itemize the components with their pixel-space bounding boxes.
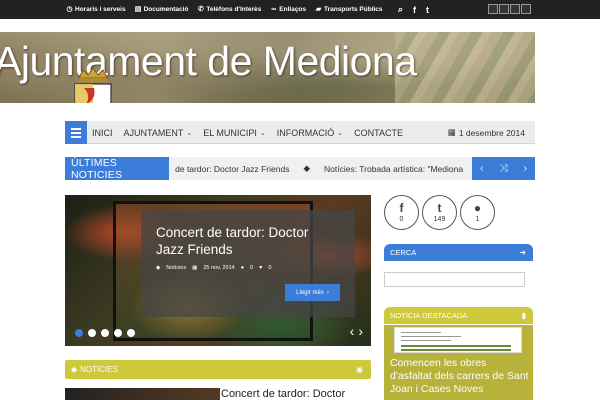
featured-post-title[interactable]: Comencen les obres d'asfaltat dels carre… (390, 357, 530, 396)
slide-caption: Concert de tardor: Doctor Jazz Friends ◆… (141, 210, 355, 317)
chevron-left-icon[interactable]: ‹ (350, 323, 355, 339)
chevron-left-icon[interactable]: ‹ (480, 163, 483, 174)
hamburger-line (71, 128, 81, 130)
nav-item-informacio[interactable]: INFORMACIÓ ⌄ (277, 128, 343, 138)
truck-icon: ▰ (315, 6, 322, 13)
twitter-icon[interactable]: t (426, 5, 429, 15)
heart-icon: ♥ (259, 265, 263, 271)
main-nav: INICI AJUNTAMENT ⌄ EL MUNICIPI ⌄ INFORMACI… (65, 121, 535, 144)
arrow-circle-icon: ➜ (519, 248, 526, 257)
slider-dot[interactable] (114, 329, 122, 337)
layout-switcher (488, 4, 531, 14)
read-more-button[interactable]: Llegir més › (285, 284, 340, 301)
search-icon[interactable]: ⌕ (398, 4, 403, 15)
widget-title: CERCA (390, 248, 417, 257)
nav-item-contacte[interactable]: CONTACTE (354, 128, 403, 138)
featured-widget-header: NOTÍCIA DESTACADA ▮ (384, 307, 533, 324)
slide-date: 25 nov, 2014 (203, 265, 235, 271)
widget-title: NOTÍCIA DESTACADA (390, 311, 468, 320)
slide-likes: 0 (268, 265, 272, 271)
section-title[interactable]: NOTÍCIES (80, 365, 118, 374)
search-input[interactable] (384, 272, 525, 287)
twitter-icon: t (437, 201, 442, 215)
nav-item-inici[interactable]: INICI (92, 128, 113, 138)
top-social: ⌕ f t (398, 0, 429, 19)
ticker-item[interactable]: Notícies: Trobada artística: "Mediona (324, 164, 463, 174)
slider-dot[interactable] (101, 329, 109, 337)
chevron-right-icon: › (326, 289, 329, 296)
ticker-label: ÚLTIMES NOTICIES (65, 157, 169, 181)
top-link-transports[interactable]: ▰ Transports Públics (315, 6, 383, 13)
facebook-icon: f (399, 201, 404, 215)
calendar-icon: ▦ (192, 265, 198, 271)
slide-meta: ◆ Notícies ▦ 25 nov, 2014 ● 0 ♥ 0 (156, 265, 271, 271)
layout-square-2[interactable] (499, 4, 509, 14)
featured-slider[interactable]: Concert de tardor: Doctor Jazz Friends ◆… (65, 195, 371, 346)
post-thumbnail[interactable] (65, 388, 220, 400)
slider-dot[interactable] (88, 329, 96, 337)
shuffle-icon[interactable]: ⤨ (499, 163, 507, 174)
comment-icon: ● (473, 201, 482, 215)
top-links: ◷ Horaris i serveis ▤ Documentació ✆ Telèfo… (66, 0, 383, 19)
bookmark-icon: ▮ (521, 311, 526, 320)
top-link-enllacos[interactable]: ∞ Enllaços (270, 6, 306, 13)
document-icon: ▤ (134, 6, 142, 13)
menu-button[interactable] (65, 121, 87, 144)
layout-square-3[interactable] (510, 4, 520, 14)
tag-icon: ◆ (303, 163, 310, 173)
top-bar: ◷ Horaris i serveis ▤ Documentació ✆ Telèfo… (0, 0, 600, 19)
featured-post-image (394, 327, 522, 353)
slide-comments: 0 (250, 265, 254, 271)
current-date: ▦ 1 desembre 2014 (447, 127, 525, 138)
hamburger-line (71, 136, 81, 138)
post-title[interactable]: Concert de tardor: Doctor (221, 388, 345, 400)
chevron-right-icon[interactable]: › (358, 323, 363, 339)
ticker-controls: ‹ ⤨ › (472, 157, 535, 180)
layout-square-1[interactable] (488, 4, 498, 14)
chevron-right-icon[interactable]: › (524, 163, 527, 174)
social-counters: f 0 t 149 ● 1 (384, 195, 495, 230)
link-icon: ∞ (271, 6, 277, 13)
slider-arrows: ‹ › (350, 323, 363, 339)
chevron-down-icon: ⌄ (337, 129, 344, 137)
comment-icon: ● (240, 265, 245, 271)
slide-category[interactable]: Notícies (166, 265, 186, 271)
tag-icon: ◆ (156, 265, 161, 271)
comments-counter[interactable]: ● 1 (460, 195, 495, 230)
slider-dot[interactable] (75, 329, 83, 337)
nav-item-municipi[interactable]: EL MUNICIPI ⌄ (203, 128, 266, 138)
news-ticker: ÚLTIMES NOTICIES Concert de tardor: Doct… (65, 157, 535, 181)
nav-item-ajuntament[interactable]: AJUNTAMENT ⌄ (124, 128, 193, 138)
twitter-counter[interactable]: t 149 (422, 195, 457, 230)
chevron-down-icon: ⌄ (259, 129, 266, 137)
site-title[interactable]: Ajuntament de Mediona (0, 38, 417, 85)
slider-dots (75, 329, 135, 337)
top-link-horaris[interactable]: ◷ Horaris i serveis (66, 6, 125, 13)
top-link-telefons[interactable]: ✆ Telèfons d'Interès (197, 6, 261, 13)
hamburger-line (71, 132, 81, 134)
ticker-item[interactable]: Concert de tardor: Doctor Jazz Friends (173, 164, 289, 174)
facebook-counter[interactable]: f 0 (384, 195, 419, 230)
chevron-down-icon: ⌄ (186, 129, 193, 137)
coat-of-arms-icon (74, 67, 112, 103)
facebook-icon[interactable]: f (413, 5, 416, 15)
news-section-header: ◆ NOTÍCIES ◉ (65, 360, 371, 379)
slide-title[interactable]: Concert de tardor: Doctor Jazz Friends (156, 224, 336, 258)
layout-square-4[interactable] (521, 4, 531, 14)
rss-icon[interactable]: ◉ (356, 360, 363, 379)
phone-icon: ✆ (197, 6, 204, 13)
slider-dot[interactable] (127, 329, 135, 337)
header-banner[interactable]: Ajuntament de Mediona (0, 32, 535, 103)
calendar-icon: ▦ (447, 127, 456, 137)
nav-items: INICI AJUNTAMENT ⌄ EL MUNICIPI ⌄ INFORMACI… (92, 121, 403, 144)
top-link-documentacio[interactable]: ▤ Documentació (135, 6, 189, 13)
clock-icon: ◷ (66, 6, 73, 13)
featured-post[interactable]: Comencen les obres d'asfaltat dels carre… (384, 325, 533, 400)
tag-icon: ◆ (71, 365, 78, 374)
search-widget-header: CERCA ➜ (384, 244, 533, 261)
ticker-text: Concert de tardor: Doctor Jazz Friends ◆… (173, 157, 473, 180)
